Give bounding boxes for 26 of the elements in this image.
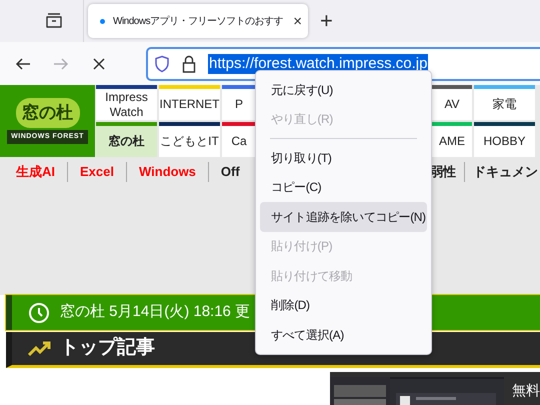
nav-tab[interactable]: Ca <box>222 122 256 157</box>
close-icon[interactable]: × <box>293 14 302 28</box>
new-tab-button[interactable]: + <box>320 10 333 32</box>
menu-item[interactable]: 切り取り(T) <box>260 143 427 172</box>
menu-item[interactable]: コピー(C) <box>260 172 427 202</box>
trend-icon <box>28 340 52 356</box>
nav-tab[interactable]: AME <box>432 122 472 157</box>
nav-tab[interactable]: HOBBY <box>474 122 535 157</box>
lock-icon[interactable] <box>182 54 196 72</box>
topic-link[interactable]: ドキュメン <box>464 162 540 182</box>
clock-icon <box>28 302 50 324</box>
nav-tab[interactable]: 窓の杜 <box>96 122 157 157</box>
nav-tab[interactable]: P <box>222 85 256 120</box>
article-card[interactable]: 無料 <box>330 372 540 405</box>
shield-icon[interactable] <box>154 54 170 72</box>
browser-tab[interactable]: Windowsアプリ・フリーソフトのおすす × <box>88 4 308 38</box>
nav-tab[interactable]: Impress Watch <box>96 85 157 120</box>
tab-list-icon[interactable] <box>45 13 63 29</box>
nav-tab[interactable]: こどもとIT <box>159 122 220 157</box>
article-title[interactable]: 無料 <box>512 380 540 401</box>
nav-tab[interactable]: INTERNET <box>159 85 220 120</box>
topic-link[interactable]: Off <box>208 162 252 182</box>
tab-title: Windowsアプリ・フリーソフトのおすす <box>113 14 284 28</box>
nav-tab[interactable]: AV <box>432 85 472 120</box>
menu-item[interactable]: サイト追跡を除いてコピー(N) <box>260 202 427 232</box>
nav-tab[interactable]: 家電 <box>474 85 535 120</box>
